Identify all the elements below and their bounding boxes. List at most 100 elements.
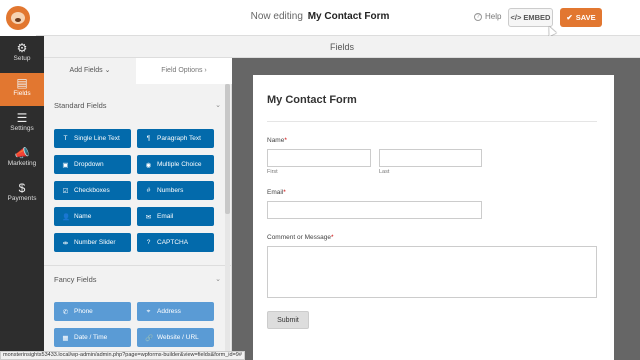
field-button-phone[interactable]: ✆ Phone (54, 302, 131, 321)
help-link[interactable]: ? Help (474, 12, 501, 21)
field-button-dropdown[interactable]: ▣ Dropdown (54, 155, 131, 174)
sidebar-item-marketing[interactable]: 📣 Marketing (0, 143, 44, 176)
link-icon: 🔗 (145, 334, 154, 342)
chevron-down-icon[interactable]: ⌄ (215, 101, 221, 109)
field-button-label: Number Slider (74, 239, 116, 246)
field-button-captcha[interactable]: ? CAPTCHA (137, 233, 214, 252)
field-button-label: Single Line Text (74, 135, 120, 142)
help-label: Help (485, 12, 502, 21)
editing-prefix: Now editing (250, 11, 303, 22)
top-bar: Now editing My Contact Form ? Help </> E… (0, 0, 640, 37)
required-mark: * (284, 137, 287, 144)
help-icon: ? (474, 12, 482, 21)
field-button-number-slider[interactable]: ⇹ Number Slider (54, 233, 131, 252)
builder-sidebar: ⚙ Setup ▤ Fields ☰ Settings 📣 Marketing … (0, 36, 44, 360)
sidebar-item-label: Marketing (7, 160, 37, 167)
sidebar-item-label: Setup (13, 55, 31, 62)
panel-heading: Fields (44, 36, 640, 58)
check-icon: ✔ (566, 13, 573, 22)
phone-icon: ✆ (62, 308, 69, 316)
embed-label: EMBED (523, 13, 551, 22)
radio-icon: ◉ (145, 161, 152, 169)
checkbox-icon: ☑ (62, 187, 69, 195)
fancy-fields-heading[interactable]: Fancy Fields (54, 275, 97, 284)
map-marker-icon: ⌖ (146, 307, 151, 315)
sidebar-item-payments[interactable]: $ Payments (0, 178, 44, 211)
message-textarea[interactable] (267, 246, 597, 298)
panel-scrollbar[interactable] (225, 84, 230, 360)
field-button-numbers[interactable]: # Numbers (137, 181, 214, 200)
field-button-email[interactable]: ✉ Email (137, 207, 214, 226)
save-button[interactable]: ✔ SAVE (560, 8, 602, 27)
megaphone-icon: 📣 (14, 146, 30, 160)
sidebar-item-settings[interactable]: ☰ Settings (0, 108, 44, 141)
save-label: SAVE (575, 13, 596, 22)
dollar-icon: $ (18, 181, 26, 195)
chevron-down-icon[interactable]: ⌄ (215, 275, 221, 283)
form-preview: My Contact Form Name* First Last Email* … (253, 75, 614, 360)
chevron-right-icon: › (204, 67, 207, 74)
message-field-label[interactable]: Comment or Message* (267, 234, 333, 241)
field-button-address[interactable]: ⌖ Address (137, 302, 214, 321)
required-mark: * (283, 189, 286, 196)
tab-field-options[interactable]: Field Options › (136, 58, 232, 84)
field-button-multiple-choice[interactable]: ◉ Multiple Choice (137, 155, 214, 174)
tab-label: Field Options (161, 67, 203, 74)
field-button-label: Checkboxes (74, 187, 110, 194)
field-button-label: Date / Time (74, 334, 108, 341)
name-field-label[interactable]: Name* (267, 137, 287, 144)
label-text: Name (267, 137, 285, 144)
field-button-name[interactable]: 👤 Name (54, 207, 131, 226)
sidebar-item-label: Settings (10, 125, 34, 132)
tab-label: Add Fields (69, 67, 103, 74)
field-button-paragraph-text[interactable]: ¶ Paragraph Text (137, 129, 214, 148)
standard-fields-heading[interactable]: Standard Fields (54, 101, 107, 110)
code-icon: </> (510, 13, 522, 22)
required-mark: * (330, 234, 334, 241)
field-button-label: Address (157, 308, 181, 315)
title-divider (267, 121, 597, 122)
last-sublabel: Last (379, 169, 390, 175)
field-button-website-url[interactable]: 🔗 Website / URL (137, 328, 214, 347)
sidebar-item-setup[interactable]: ⚙ Setup (0, 38, 44, 71)
dropdown-icon: ▣ (62, 161, 69, 169)
field-button-label: Phone (74, 308, 93, 315)
email-field-label[interactable]: Email* (267, 189, 286, 196)
sidebar-item-fields[interactable]: ▤ Fields (0, 73, 44, 106)
submit-button[interactable]: Submit (267, 311, 309, 329)
field-button-label: Email (157, 213, 174, 220)
chevron-down-icon: ⌄ (104, 67, 111, 74)
label-text: Comment or Message (267, 234, 331, 241)
gear-icon: ⚙ (16, 41, 28, 55)
sidebar-item-label: Payments (7, 195, 37, 202)
field-button-label: Paragraph Text (157, 135, 201, 142)
text-icon: T (63, 135, 68, 142)
email-input[interactable] (267, 201, 482, 219)
form-title[interactable]: My Contact Form (267, 94, 357, 106)
slider-icon: ⇹ (62, 239, 69, 247)
fields-panel: Add Fields ⌄ Field Options › Standard Fi… (44, 58, 232, 360)
browser-status-url: monsterinsights53433.local/wp-admin/admi… (0, 351, 245, 360)
field-button-label: Numbers (157, 187, 184, 194)
first-name-input[interactable] (267, 149, 371, 167)
embed-button[interactable]: </> EMBED (508, 8, 553, 27)
field-button-label: Website / URL (157, 334, 199, 341)
hash-icon: # (146, 187, 151, 194)
user-icon: 👤 (62, 213, 71, 221)
field-button-single-line-text[interactable]: T Single Line Text (54, 129, 131, 148)
field-button-label: CAPTCHA (157, 239, 189, 246)
first-sublabel: First (267, 169, 278, 175)
field-button-checkboxes[interactable]: ☑ Checkboxes (54, 181, 131, 200)
sliders-icon: ☰ (16, 111, 28, 125)
field-button-date-time[interactable]: ▦ Date / Time (54, 328, 131, 347)
scrollbar-thumb[interactable] (225, 84, 230, 214)
envelope-icon: ✉ (145, 213, 152, 221)
field-button-label: Name (74, 213, 92, 220)
tab-add-fields[interactable]: Add Fields ⌄ (44, 58, 136, 84)
mouse-cursor-icon (545, 24, 557, 37)
last-name-input[interactable] (379, 149, 482, 167)
field-button-label: Dropdown (74, 161, 104, 168)
fields-icon: ▤ (16, 76, 28, 90)
sidebar-item-label: Fields (13, 90, 31, 97)
panel-tabs: Add Fields ⌄ Field Options › (44, 58, 232, 84)
